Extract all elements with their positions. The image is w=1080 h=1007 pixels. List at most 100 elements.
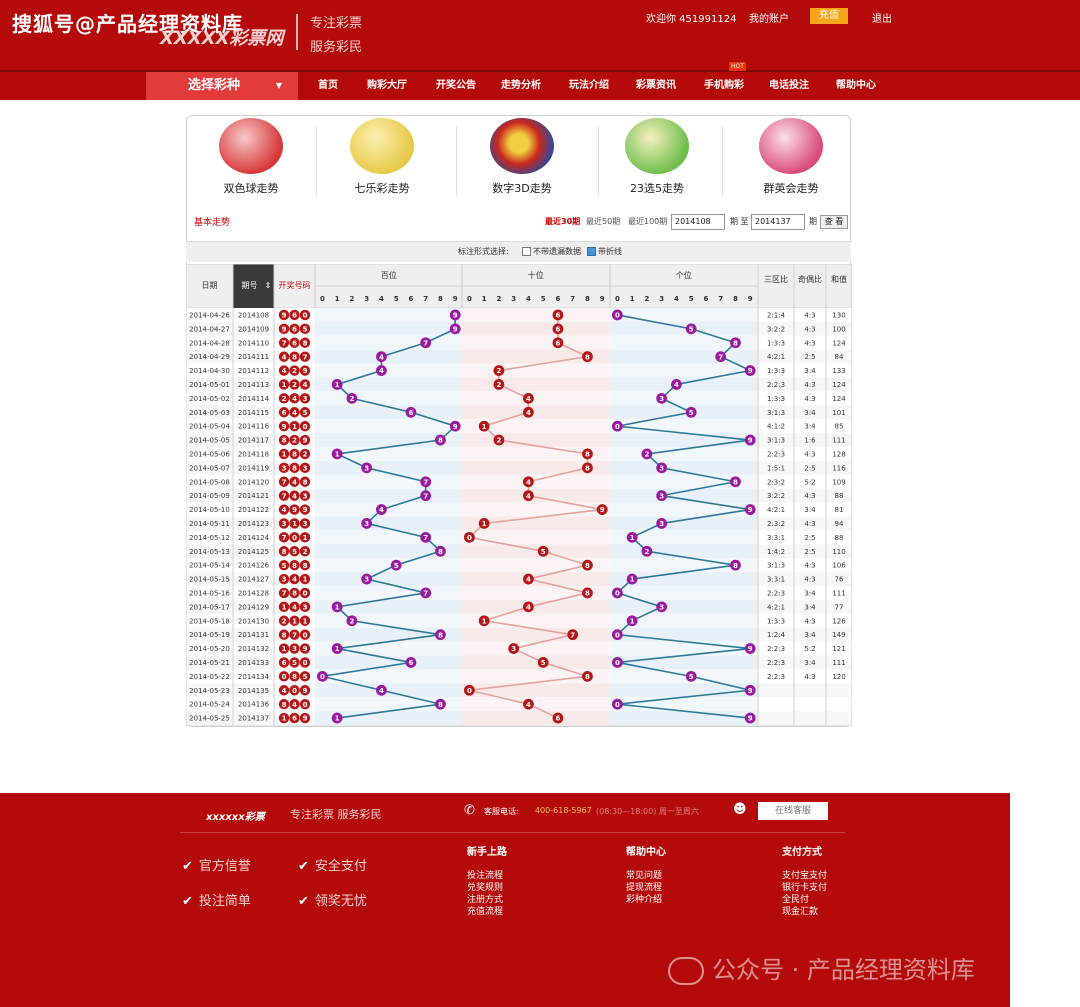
row-date: 2014-04-28 [189,339,230,347]
check-icon: ✔ [298,859,309,874]
digit-header: 5 [541,295,546,303]
row-zone: 3:2:2 [767,492,785,500]
units-cells [610,391,758,406]
draw-digit: 4 [292,395,297,403]
draw-digit: 7 [303,353,308,361]
to-issue-input[interactable]: 2014137 [751,214,805,230]
draw-digit: 2 [282,395,287,403]
game-3d[interactable]: 数字3D走势 [457,118,587,196]
wechat-icon [668,957,704,985]
range-30[interactable]: 最近30期 [545,216,580,227]
row-date: 2014-05-22 [189,673,230,681]
row-issue: 2014120 [238,478,269,486]
row-date: 2014-05-14 [189,562,230,570]
row-issue: 2014130 [238,617,269,625]
row-issue: 2014119 [238,464,269,472]
draw-digit: 4 [292,478,297,486]
range-50[interactable]: 最近50期 [586,216,620,227]
draw-digit: 8 [282,631,287,639]
slogan-line2: 服务彩民 [310,40,363,55]
trend-digit: 6 [556,325,561,333]
game-qilecai[interactable]: 七乐彩走势 [317,118,447,196]
tens-cells [462,405,610,420]
row-issue: 2014116 [238,423,270,431]
trend-digit: 0 [467,534,472,542]
row-zone: 3:3:1 [767,534,785,542]
nav-phone-betting[interactable]: 电话投注 [769,72,809,100]
polyline-checkbox[interactable] [587,247,596,256]
trend-digit: 8 [438,631,443,639]
digit-header: 2 [349,295,354,303]
row-zone: 2:2:3 [767,589,785,597]
online-service-button[interactable]: 在线客服 [758,802,828,820]
digit-header: 0 [467,295,472,303]
trend-digit: 4 [379,506,384,514]
sort-icon: ⇕ [265,281,272,290]
trend-digit: 0 [615,423,620,431]
recharge-button[interactable]: 充值 [810,8,848,24]
row-oddeven: 4:3 [804,562,815,570]
row-date: 2014-05-23 [189,687,230,695]
draw-digit: 4 [292,603,297,611]
row-issue: 2014132 [238,645,269,653]
game-qunyinghui[interactable]: 群英会走势 [726,118,856,196]
footer-link[interactable]: 彩种介绍 [626,892,662,905]
nav-trend-analysis[interactable]: 走势分析 [501,72,541,100]
game-union-lotto[interactable]: 双色球走势 [186,118,316,196]
footer-link[interactable]: 充值流程 [467,904,503,917]
no-missing-data-checkbox[interactable] [522,247,531,256]
query-button[interactable]: 查 看 [820,215,848,229]
draw-digit: 0 [292,534,297,542]
feature-official: ✔ 官方信誉 [182,855,251,874]
draw-digit: 4 [282,367,287,375]
nav-home[interactable]: 首页 [318,72,338,100]
row-sum: 84 [835,353,844,361]
row-sum: 116 [832,464,846,472]
draw-digit: 8 [292,353,297,361]
footer-link[interactable]: 现金汇款 [782,904,818,917]
trend-digit: 4 [526,478,531,486]
nav-help-center[interactable]: 帮助中心 [836,72,876,100]
from-issue-input[interactable]: 2014108 [671,214,725,230]
draw-digit: 7 [282,478,287,486]
trend-digit: 8 [585,353,590,361]
select-lottery-dropdown[interactable]: 选择彩种 ▼ [146,72,298,100]
digit-header: 5 [394,295,399,303]
nav-how-to-play[interactable]: 玩法介绍 [569,72,609,100]
row-issue: 2014109 [238,325,269,333]
draw-digit: 6 [292,339,297,347]
row-sum: 94 [835,520,844,528]
row-date: 2014-05-01 [189,381,230,389]
nav-draw-results[interactable]: 开奖公告 [436,72,476,100]
hundreds-cells [315,558,463,573]
row-oddeven: 4:3 [804,339,815,347]
trend-digit: 1 [630,576,635,584]
range-100[interactable]: 最近100期 [628,216,667,227]
row-issue: 2014121 [238,492,269,500]
digit-header: 9 [600,295,605,303]
trend-digit: 8 [585,451,590,459]
site-logo[interactable]: XXXXX彩票网 [160,24,283,50]
draw-digit: 6 [292,312,297,320]
nav-lottery-news[interactable]: 彩票资讯 [636,72,676,100]
nav-mobile-lottery[interactable]: 手机购彩 [704,72,744,100]
logout-link[interactable]: 退出 [872,10,892,25]
draw-digit: 7 [282,534,287,542]
tens-cells [462,683,610,698]
trend-digit: 1 [630,534,635,542]
row-oddeven: 2:5 [804,534,815,542]
units-cells [610,683,758,698]
trend-digit: 8 [585,590,590,598]
trend-digit: 4 [674,381,679,389]
row-zone: 2:2:3 [767,381,785,389]
units-cells [610,627,758,642]
my-account-link[interactable]: 我的账户 [749,10,789,25]
row-sum: 124 [832,339,846,347]
nav-lottery-hall[interactable]: 购彩大厅 [367,72,407,100]
row-sum: 120 [832,673,845,681]
format-options-bar [186,241,851,262]
trend-digit: 7 [718,353,723,361]
basic-trend-link[interactable]: 基本走势 [194,215,230,228]
game-23x5[interactable]: 23选5走势 [592,118,722,196]
draw-digit: 9 [282,325,287,333]
